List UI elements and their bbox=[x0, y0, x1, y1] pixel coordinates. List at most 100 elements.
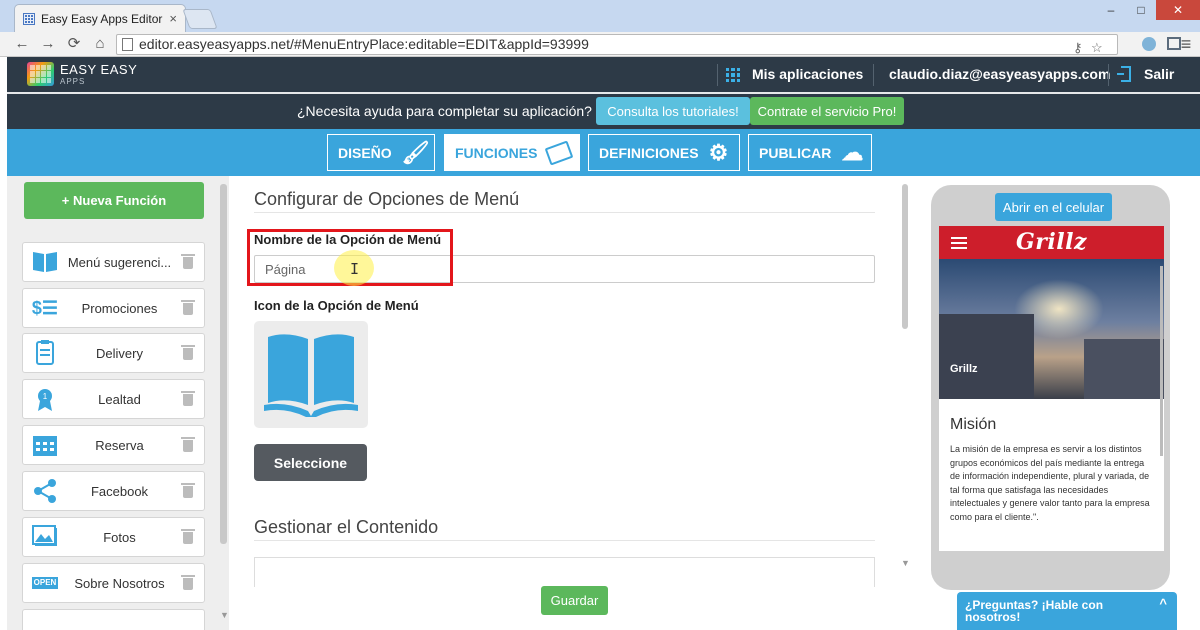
section-divider bbox=[254, 212, 875, 213]
trash-icon[interactable] bbox=[181, 391, 195, 407]
help-question: ¿Necesita ayuda para completar su aplica… bbox=[297, 103, 592, 119]
selected-icon-preview[interactable] bbox=[254, 321, 368, 428]
trash-icon[interactable] bbox=[181, 483, 195, 499]
paintbrush-icon: 🖌︎ bbox=[401, 139, 430, 165]
header-divider bbox=[873, 64, 874, 86]
share-icon bbox=[31, 478, 59, 504]
sidebar-item-fotos[interactable]: Fotos bbox=[22, 517, 205, 557]
address-bar[interactable]: editor.easyeasyapps.net/#MenuEntryPlace:… bbox=[116, 34, 1118, 55]
minimize-icon[interactable]: – bbox=[1096, 0, 1126, 20]
photos-icon bbox=[31, 524, 59, 550]
my-apps-link[interactable]: Mis aplicaciones bbox=[752, 66, 863, 82]
main-scrollbar[interactable] bbox=[902, 184, 908, 329]
logout-link[interactable]: Salir bbox=[1144, 66, 1174, 82]
apps-grid-icon[interactable] bbox=[726, 68, 740, 82]
content-section-title: Gestionar el Contenido bbox=[254, 517, 439, 537]
sidebar-item-label: Delivery bbox=[96, 346, 143, 361]
select-icon-button[interactable]: Seleccione bbox=[254, 444, 367, 481]
mision-text: La misión de la empresa es servir a los … bbox=[950, 444, 1150, 522]
browser-tab[interactable]: Easy Easy Apps Editor × bbox=[14, 4, 186, 32]
open-sign-icon: OPEN bbox=[31, 570, 59, 596]
sidebar-item-facebook[interactable]: Facebook bbox=[22, 471, 205, 511]
help-bar: ¿Necesita ayuda para completar su aplica… bbox=[7, 94, 1200, 129]
tab-definiciones[interactable]: DEFINICIONES ⚙ bbox=[588, 134, 740, 171]
tab-close-icon[interactable]: × bbox=[169, 11, 177, 26]
trash-icon[interactable] bbox=[181, 529, 195, 545]
sidebar-item-delivery[interactable]: Delivery bbox=[22, 333, 205, 373]
bookmark-star-icon[interactable]: ☆ bbox=[1091, 38, 1103, 57]
new-function-button[interactable]: + Nueva Función bbox=[24, 182, 204, 219]
logo-text[interactable]: EASY EASY bbox=[60, 62, 137, 77]
sidebar-item-label: Promociones bbox=[81, 301, 158, 316]
tags-icon bbox=[545, 139, 574, 166]
gear-icon: ⚙ bbox=[708, 139, 729, 165]
svg-text:1: 1 bbox=[43, 392, 48, 401]
trash-icon[interactable] bbox=[181, 437, 195, 453]
chevron-up-icon[interactable]: ^ bbox=[1159, 597, 1167, 610]
trash-icon[interactable] bbox=[181, 575, 195, 591]
tutorials-button[interactable]: Consulta los tutoriales! bbox=[596, 97, 750, 125]
logo-subtext: APPS bbox=[60, 77, 86, 86]
browser-toolbar: ← → ⟳ ⌂ editor.easyeasyapps.net/#MenuEnt… bbox=[0, 32, 1200, 57]
scroll-down-icon[interactable]: ▼ bbox=[901, 558, 910, 568]
content-editor[interactable] bbox=[254, 557, 875, 587]
browser-tab-bar: Easy Easy Apps Editor × – □ ✕ bbox=[0, 0, 1200, 32]
sidebar-item-label: Lealtad bbox=[98, 392, 141, 407]
header-divider bbox=[717, 64, 718, 86]
main-nav: DISEÑO 🖌︎ FUNCIONES DEFINICIONES ⚙ PUBLI… bbox=[7, 129, 1200, 176]
browser-menu-icon[interactable]: ≡ bbox=[1176, 35, 1196, 53]
sidebar-item-reserva[interactable]: Reserva bbox=[22, 425, 205, 465]
tab-label: FUNCIONES bbox=[455, 144, 538, 161]
sidebar-item-promociones[interactable]: $☰ Promociones bbox=[22, 288, 205, 328]
pro-service-button[interactable]: Contrate el servicio Pro! bbox=[750, 97, 904, 125]
new-tab-button[interactable] bbox=[182, 9, 218, 29]
scroll-down-icon[interactable]: ▼ bbox=[220, 610, 229, 620]
mision-heading: Misión bbox=[950, 416, 997, 433]
save-button[interactable]: Guardar bbox=[541, 586, 608, 615]
logout-icon[interactable] bbox=[1117, 66, 1131, 82]
sidebar-item-label: Reserva bbox=[95, 438, 144, 453]
forward-icon[interactable]: → bbox=[38, 35, 58, 53]
user-email[interactable]: claudio.diaz@easyeasyapps.com bbox=[889, 66, 1110, 82]
tab-label: DEFINICIONES bbox=[599, 144, 699, 161]
tab-funciones[interactable]: FUNCIONES bbox=[444, 134, 580, 171]
key-icon[interactable]: ⚷ bbox=[1073, 38, 1083, 57]
extension-icon[interactable] bbox=[1142, 37, 1156, 51]
tab-diseno[interactable]: DISEÑO 🖌︎ bbox=[327, 134, 435, 171]
book-icon bbox=[31, 249, 59, 275]
reload-icon[interactable]: ⟳ bbox=[64, 35, 84, 53]
sidebar-item-lealtad[interactable]: 1 Lealtad bbox=[22, 379, 205, 419]
sidebar-item-sobre-nosotros[interactable]: OPEN Sobre Nosotros bbox=[22, 563, 205, 603]
sidebar-item-label: Facebook bbox=[90, 484, 149, 499]
tab-publicar[interactable]: PUBLICAR ☁ bbox=[748, 134, 872, 171]
logo-icon[interactable] bbox=[27, 62, 54, 86]
trash-icon[interactable] bbox=[181, 345, 195, 361]
sidebar-item-label: Fotos bbox=[103, 530, 136, 545]
calendar-icon bbox=[31, 432, 59, 458]
functions-sidebar: + Nueva Función Menú sugerenci... $☰ Pro… bbox=[7, 176, 229, 630]
open-sign-text: OPEN bbox=[31, 577, 59, 589]
trash-icon[interactable] bbox=[181, 300, 195, 316]
phone-screen: Grillz Grillz Misión La misión de la emp… bbox=[939, 226, 1164, 551]
open-on-mobile-button[interactable]: Abrir en el celular bbox=[995, 193, 1112, 221]
text-cursor-icon: I bbox=[350, 260, 360, 278]
sidebar-item-label: Menú sugerenci... bbox=[67, 255, 172, 270]
window-close-icon[interactable]: ✕ bbox=[1156, 0, 1200, 20]
tab-label: DISEÑO bbox=[338, 144, 392, 161]
back-icon[interactable]: ← bbox=[12, 35, 32, 53]
book-icon bbox=[264, 334, 358, 417]
maximize-icon[interactable]: □ bbox=[1126, 0, 1156, 20]
sidebar-item-partial[interactable] bbox=[22, 609, 205, 630]
trash-icon[interactable] bbox=[181, 254, 195, 270]
sidebar-item-menu[interactable]: Menú sugerenci... bbox=[22, 242, 205, 282]
preview-app-bar: Grillz bbox=[939, 226, 1164, 259]
page-icon bbox=[122, 38, 133, 51]
home-icon[interactable]: ⌂ bbox=[90, 35, 110, 53]
preview-scrollbar[interactable] bbox=[1160, 266, 1163, 456]
medal-icon: 1 bbox=[31, 386, 59, 412]
price-tag-icon: $☰ bbox=[31, 298, 59, 318]
tab-label: PUBLICAR bbox=[759, 144, 832, 161]
chat-widget[interactable]: ¿Preguntas? ¡Hable con nosotros! ^ bbox=[957, 592, 1177, 630]
phone-preview: Abrir en el celular Grillz Grillz Misión… bbox=[931, 185, 1170, 590]
sidebar-scrollbar[interactable] bbox=[220, 184, 227, 544]
